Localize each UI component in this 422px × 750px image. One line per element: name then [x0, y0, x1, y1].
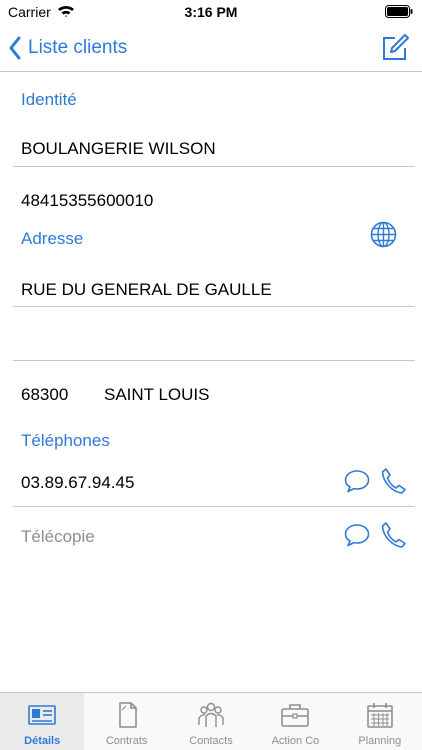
calendar-icon — [367, 703, 393, 728]
chat-bubble-icon[interactable] — [344, 523, 370, 547]
status-time: 3:16 PM — [184, 4, 238, 20]
tab-label: Action Co — [271, 735, 320, 747]
divider — [13, 360, 415, 361]
identity-header: Identité — [21, 90, 77, 109]
fax-field[interactable]: Télécopie — [21, 527, 95, 547]
tab-label: Contrats — [105, 735, 148, 747]
chevron-left-icon — [9, 36, 21, 60]
id-card-icon — [28, 705, 57, 725]
company-name: BOULANGERIE WILSON — [21, 139, 216, 158]
tab-planning[interactable]: Planning — [338, 693, 422, 750]
address-header: Adresse — [21, 229, 84, 248]
status-bar: Carrier 3:16 PM — [0, 0, 422, 24]
tab-label: Contacts — [189, 735, 233, 747]
divider — [13, 306, 415, 307]
phone-icon[interactable] — [380, 467, 406, 495]
postal-code: 68300 — [21, 385, 69, 404]
back-button[interactable]: Liste clients — [8, 34, 127, 62]
people-icon — [198, 702, 224, 727]
phone-icon[interactable] — [380, 521, 406, 549]
tab-bar: Détails Contrats Contacts Action Co Plan… — [0, 692, 422, 750]
tab-contacts[interactable]: Contacts — [169, 693, 253, 750]
tab-contracts[interactable]: Contrats — [84, 693, 168, 750]
edit-icon[interactable] — [381, 34, 409, 62]
city: SAINT LOUIS — [104, 385, 210, 404]
battery-icon — [385, 5, 413, 18]
siret-number: 48415355600010 — [21, 191, 154, 210]
fax-actions — [344, 521, 408, 549]
divider — [13, 506, 415, 507]
document-icon — [118, 702, 137, 728]
phones-header: Téléphones — [21, 431, 110, 450]
tab-label: Détails — [24, 735, 61, 747]
phone-actions — [344, 467, 408, 495]
divider — [13, 166, 415, 167]
globe-icon[interactable] — [370, 221, 397, 248]
back-button-label: Liste clients — [28, 37, 128, 58]
tab-label: Planning — [358, 735, 402, 747]
address-line-1: RUE DU GENERAL DE GAULLE — [21, 280, 272, 299]
tab-action-co[interactable]: Action Co — [253, 693, 337, 750]
navigation-bar: Liste clients — [0, 24, 422, 72]
phone-number: 03.89.67.94.45 — [21, 473, 135, 492]
chat-bubble-icon[interactable] — [344, 469, 370, 493]
briefcase-icon — [281, 704, 310, 727]
tab-details[interactable]: Détails — [0, 693, 85, 750]
